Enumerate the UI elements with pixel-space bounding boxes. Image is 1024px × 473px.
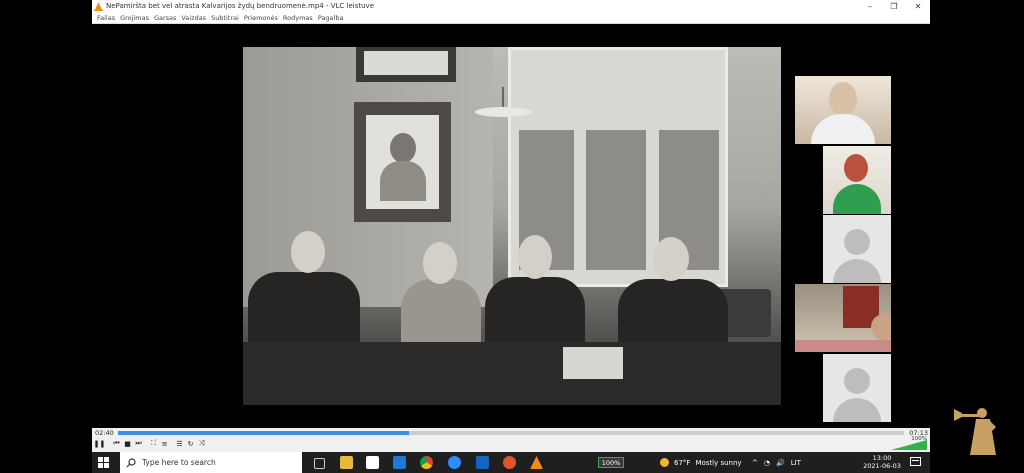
zoom-icon[interactable] <box>448 456 461 469</box>
avatar-placeholder-icon <box>823 354 891 422</box>
fullscreen-icon[interactable]: ⛶ <box>149 439 158 448</box>
historical-photo <box>243 47 781 405</box>
app-icon[interactable] <box>503 456 516 469</box>
volume-label: 100% <box>911 436 927 442</box>
clock-date: 2021-06-03 <box>863 462 901 470</box>
framed-portrait <box>354 102 451 222</box>
participant-tile <box>795 76 891 144</box>
network-icon[interactable]: ◔ <box>764 459 770 467</box>
vlc-window: NePamiršta bet vel atrasta Kalvarijos žy… <box>92 0 930 452</box>
volume-slider[interactable]: 100% <box>891 436 927 450</box>
previous-icon[interactable]: ⏮ <box>112 439 121 448</box>
taskbar-search-box[interactable]: Type here to search <box>120 452 302 473</box>
taskbar-clock[interactable]: 13:00 2021-06-03 <box>862 454 902 470</box>
participant-tile <box>823 146 891 214</box>
participant-tile <box>823 215 891 283</box>
menu-video[interactable]: Vaizdas <box>181 14 206 22</box>
windows-taskbar: Type here to search 100% 67°F Mostly sun… <box>92 452 930 473</box>
chrome-icon[interactable] <box>420 456 433 469</box>
menu-tools[interactable]: Priemonės <box>244 14 278 22</box>
menu-playback[interactable]: Grojimas <box>120 14 149 22</box>
video-area[interactable] <box>92 24 930 428</box>
language-indicator[interactable]: LIT <box>791 459 801 467</box>
windows-start-icon[interactable] <box>98 457 109 468</box>
loop-icon[interactable]: ↻ <box>186 439 195 448</box>
minimize-button[interactable]: – <box>858 0 882 12</box>
next-icon[interactable]: ⏭ <box>134 439 143 448</box>
search-icon <box>126 457 136 467</box>
playlist-icon[interactable]: ☰ <box>175 439 184 448</box>
system-tray: ^ ◔ 🔊 LIT <box>752 452 801 473</box>
menu-bar: Failas Grojimas Garsas Vaizdas Subtitrai… <box>92 12 930 24</box>
extended-settings-icon[interactable]: ≡ <box>160 439 169 448</box>
volume-icon[interactable]: 🔊 <box>776 459 785 467</box>
store-icon[interactable] <box>366 456 379 469</box>
close-button[interactable]: ✕ <box>906 0 930 12</box>
avatar-placeholder-icon <box>823 215 891 283</box>
weather-text: Mostly sunny <box>695 458 742 467</box>
elapsed-time: 02:40 <box>95 429 114 437</box>
menu-view[interactable]: Rodymas <box>283 14 313 22</box>
participant-tile <box>823 354 891 422</box>
menu-audio[interactable]: Garsas <box>154 14 176 22</box>
participant-tile <box>795 284 891 352</box>
vlc-taskbar-icon[interactable] <box>530 456 543 469</box>
notification-icon[interactable] <box>910 457 921 467</box>
mail-icon[interactable] <box>393 456 406 469</box>
menu-subtitle[interactable]: Subtitrai <box>211 14 239 22</box>
weather-widget[interactable]: 67°F Mostly sunny <box>660 452 742 473</box>
window-title: NePamiršta bet vel atrasta Kalvarijos žy… <box>106 2 374 10</box>
menu-help[interactable]: Pagalba <box>318 14 344 22</box>
shuffle-icon[interactable]: ⤨ <box>197 439 206 448</box>
sun-icon <box>660 458 669 467</box>
trumpeter-logo-icon <box>954 408 996 455</box>
menu-media[interactable]: Failas <box>97 14 115 22</box>
battery-indicator[interactable]: 100% <box>598 457 624 468</box>
seek-progress <box>118 431 409 435</box>
search-placeholder: Type here to search <box>142 458 216 467</box>
stop-icon[interactable]: ■ <box>123 439 132 448</box>
title-bar: NePamiršta bet vel atrasta Kalvarijos žy… <box>92 0 930 12</box>
pause-icon[interactable]: ❚❚ <box>94 439 106 448</box>
seek-bar[interactable] <box>118 431 904 435</box>
vlc-cone-icon <box>94 1 103 11</box>
task-view-icon[interactable] <box>314 458 325 469</box>
player-controls: 02:40 07:13 ❚❚ ⏮ ■ ⏭ ⛶ ≡ ☰ ↻ ⤨ 100% <box>92 428 930 452</box>
file-explorer-icon[interactable] <box>340 456 353 469</box>
maximize-button[interactable]: ❐ <box>882 0 906 12</box>
photos-icon[interactable] <box>476 456 489 469</box>
chevron-up-icon[interactable]: ^ <box>752 459 758 467</box>
clock-time: 13:00 <box>872 454 892 462</box>
weather-temp: 67°F <box>674 458 691 467</box>
